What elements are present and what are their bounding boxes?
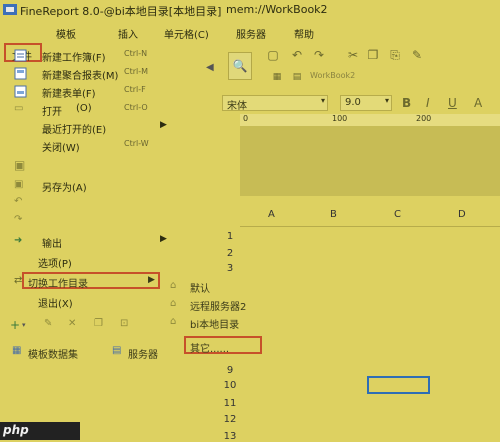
find-icon[interactable]: 🔍 (228, 52, 252, 80)
chevron-down-icon: ▾ (384, 96, 389, 105)
copy-icon[interactable]: ❐ (366, 48, 380, 62)
left-toolbar: + ▾ ✎ ✕ ❐ ⊡ (8, 316, 168, 336)
submenu-other[interactable]: 其它...... (184, 336, 262, 355)
menu-exit[interactable]: 退出(X) (14, 294, 164, 310)
mnemonic: (O) (76, 103, 92, 114)
chevron-right-icon: ▶ (160, 120, 167, 130)
italic-icon[interactable]: I (426, 96, 430, 110)
row-header[interactable]: 2 (222, 248, 238, 259)
add-icon[interactable]: + (10, 318, 20, 332)
ruler-mark: 0 (243, 114, 249, 123)
cut-icon[interactable]: ✂ (346, 48, 360, 62)
menu-open[interactable]: ▭ 打开 (O) Ctrl-O (14, 102, 164, 118)
ruler-mark: 200 (416, 114, 432, 123)
submenu-default[interactable]: 默认 (190, 280, 210, 295)
export-icon: ➜ (14, 235, 23, 246)
server-icon: ▤ (112, 345, 122, 356)
undo-icon[interactable]: ↶ (290, 48, 304, 62)
row-header[interactable]: 9 (222, 365, 238, 376)
menu-new-aggregate-report[interactable]: 新建聚合报表(M) Ctrl-M (14, 66, 164, 82)
row-header[interactable]: 10 (222, 380, 238, 391)
preview-icon[interactable]: ▦ (270, 70, 284, 84)
row-header[interactable]: 3 (222, 263, 238, 274)
redo-icon[interactable]: ↷ (312, 48, 326, 62)
menu-new-form[interactable]: 新建表单(F) Ctrl-F (14, 84, 164, 100)
open-folder-icon: ▭ (14, 103, 24, 114)
aggregate-report-icon (14, 67, 27, 80)
menu-export[interactable]: ➜ 输出 ▶ (14, 234, 167, 250)
menu-server[interactable]: 服务器 (236, 26, 266, 41)
edit-icon[interactable]: ✎ (44, 318, 52, 329)
chevron-right-icon: ▶ (160, 234, 167, 244)
row-header[interactable]: 1 (222, 231, 238, 242)
divider (240, 226, 500, 227)
column-header[interactable]: B (330, 209, 337, 220)
report-canvas[interactable] (240, 126, 500, 196)
selected-cell[interactable] (367, 376, 430, 394)
format-toolbar: 宋体 ▾ 9.0 ▾ B I U A (212, 95, 500, 112)
new-workbook-icon (14, 49, 27, 62)
menu-options[interactable]: 选项(P) (14, 254, 164, 270)
format-painter-icon[interactable]: ✎ (410, 48, 424, 62)
paste-icon[interactable]: ⎘ (388, 48, 402, 62)
menu-recent[interactable]: 最近打开的(E) ▶ (14, 120, 167, 136)
menu-help[interactable]: 帮助 (294, 26, 314, 41)
redo-icon[interactable]: ↷ (14, 214, 22, 225)
php-watermark-logo: php (0, 422, 80, 440)
row-header[interactable]: 13 (222, 431, 238, 442)
menu-new-workbook[interactable]: 新建工作簿(F) Ctrl-N (14, 48, 164, 64)
font-color-icon[interactable]: A (474, 96, 482, 110)
workbook-path: mem://WorkBook2 (226, 3, 328, 16)
column-header[interactable]: A (268, 209, 275, 220)
chevron-down-icon[interactable]: ▾ (22, 321, 26, 329)
workbook-tab[interactable]: WorkBook2 (310, 71, 355, 80)
lock-icon[interactable]: ⊡ (120, 318, 128, 329)
menu-bar: 文件 模板 插入 单元格(C) 服务器 帮助 (0, 22, 500, 63)
copy-icon[interactable]: ❐ (94, 318, 103, 329)
menu-save-as[interactable]: ▣ 另存为(A) (14, 178, 164, 194)
underline-icon[interactable]: U (448, 96, 457, 110)
column-header[interactable]: C (394, 209, 401, 220)
window-title: FineReport 8.0-@bi本地目录[本地目录] (20, 5, 222, 18)
bottom-tabs: ▦ 模板数据集 ▤ 服务器 (8, 344, 178, 362)
delete-icon[interactable]: ✕ (68, 318, 76, 329)
menu-cell[interactable]: 单元格(C) (164, 26, 209, 41)
app-logo-icon (3, 4, 17, 15)
title-bar: FineReport 8.0-@bi本地目录[本地目录] mem://WorkB… (0, 0, 500, 20)
tab-server[interactable]: 服务器 (128, 346, 158, 361)
chevron-right-icon: ▶ (148, 275, 155, 285)
font-size-select[interactable]: 9.0 ▾ (340, 95, 392, 111)
row-header[interactable]: 12 (222, 414, 238, 425)
server-icon: ⌂ (170, 298, 177, 309)
font-family-select[interactable]: 宋体 ▾ (222, 95, 328, 112)
chevron-down-icon: ▾ (320, 96, 325, 105)
toolbar: ▢ ↶ ↷ ✂ ❐ ⎘ ✎ ▦ ▤ WorkBook2 (260, 44, 500, 88)
submenu-bi-local[interactable]: bi本地目录 (190, 316, 239, 331)
tab-template-dataset[interactable]: 模板数据集 (28, 346, 78, 361)
column-header[interactable]: D (458, 209, 466, 220)
menu-close[interactable]: 关闭(W) Ctrl-W (14, 138, 164, 154)
menu-template[interactable]: 模板 (56, 26, 76, 41)
dataset-icon: ▦ (12, 345, 22, 356)
bold-icon[interactable]: B (402, 96, 411, 110)
new-icon[interactable]: ▢ (266, 48, 280, 62)
save-icon[interactable]: ▣ (14, 158, 25, 172)
layout-icon[interactable]: ▤ (290, 70, 304, 84)
home-icon: ⌂ (170, 280, 177, 291)
submenu-remote-server[interactable]: 远程服务器2 (190, 298, 246, 313)
switch-directory-highlight[interactable]: 切换工作目录 ▶ (22, 272, 160, 290)
menu-insert[interactable]: 插入 (118, 26, 138, 41)
ruler-mark: 100 (332, 114, 348, 123)
sidebar-toggle-icon[interactable]: ◀ (206, 56, 230, 82)
undo-icon[interactable]: ↶ (14, 196, 22, 207)
switch-directory-label: 切换工作目录 (28, 279, 88, 290)
folder-icon: ⌂ (170, 316, 177, 327)
row-header[interactable]: 11 (222, 398, 238, 409)
new-form-icon (14, 85, 27, 98)
save-as-icon: ▣ (14, 179, 24, 190)
